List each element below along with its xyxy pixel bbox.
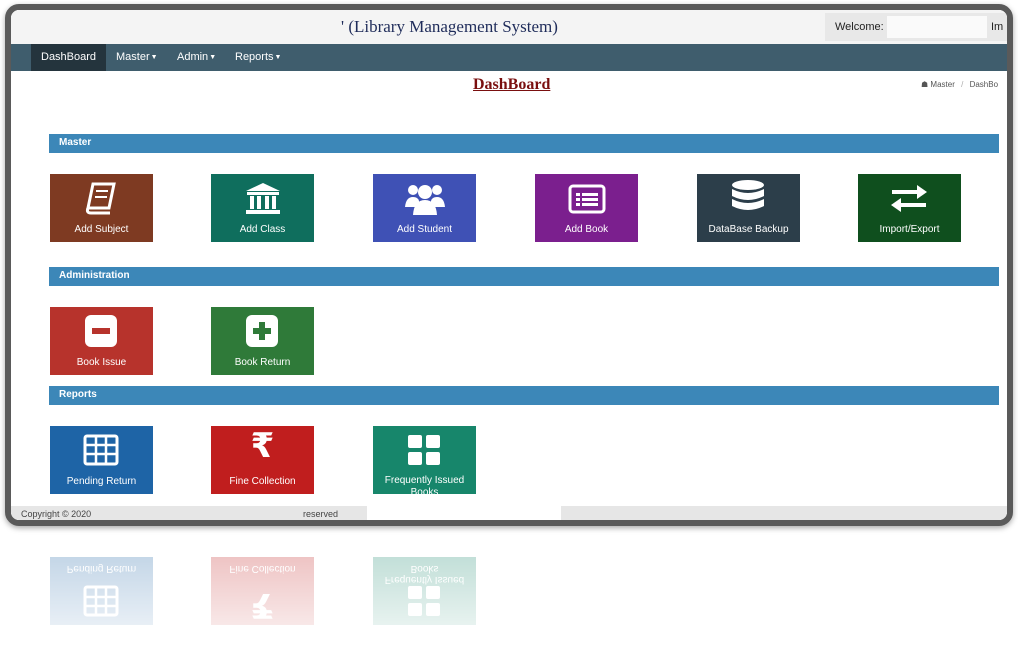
tile-label: Add Book [564,224,609,235]
tile-label: Fine Collection [229,476,296,487]
tile-label: Add Student [396,224,453,235]
nav-master[interactable]: Master▼ [106,44,168,71]
tile-label: Import/Export [879,224,940,235]
top-header: ' (Library Management System) Welcome: I… [11,10,1007,44]
tile-label: Add Subject [74,224,129,235]
welcome-extra-text: Im [991,21,1004,33]
tile-label: DataBase Backup [708,224,789,235]
tile-book-return[interactable]: Book Return [211,307,314,375]
nav-dashboard[interactable]: DashBoard [31,44,107,71]
tile-add-student[interactable]: Add Student [373,174,476,242]
plus-square-icon [246,315,278,347]
tile-label: Pending Return [66,476,137,487]
tile-label: Book Return [234,357,291,368]
nav-reports-label: Reports [235,51,274,63]
database-icon [732,180,764,210]
tile-database-backup[interactable]: DataBase Backup [697,174,800,242]
section-administration-header: Administration [49,267,999,286]
nav-admin[interactable]: Admin▼ [167,44,226,71]
page-title: DashBoard [473,76,551,93]
app-title: ' (Library Management System) [341,17,558,36]
app-screen: ' (Library Management System) Welcome: I… [11,10,1007,520]
welcome-label: Welcome: [835,21,884,33]
tile-fine-collection[interactable]: ₹ Fine Collection [211,426,314,494]
section-master-header: Master [49,134,999,153]
caret-down-icon: ▼ [274,54,282,61]
tile-label: Frequently Issued Books [384,475,465,498]
reflection-fade [11,529,1007,647]
grid-icon [408,435,440,465]
copyright-text: Copyright © 2020 [21,509,92,519]
welcome-box: Welcome: Im [825,13,1007,41]
welcome-user-name [887,16,987,38]
caret-down-icon: ▼ [209,54,217,61]
exchange-icon [891,185,927,212]
breadcrumb-separator: / [961,80,964,89]
nav-reports[interactable]: Reports▼ [225,44,291,71]
breadcrumb-master[interactable]: Master [930,80,954,89]
tile-pending-return[interactable]: Pending Return [50,426,153,494]
nav-master-label: Master [116,51,150,63]
users-icon [405,185,445,215]
tile-frequently-issued-books[interactable]: Frequently Issued Books [373,426,476,498]
minus-square-icon [85,315,117,347]
footer-blank-block [367,506,561,520]
table-icon [83,434,119,466]
book-icon [85,182,116,215]
screenshot-reflection: Pending Return ₹ Fine Collection Frequen… [11,529,1007,647]
home-icon: ☗ [921,80,929,89]
tile-add-class[interactable]: Add Class [211,174,314,242]
tile-book-issue[interactable]: Book Issue [50,307,153,375]
tile-add-book[interactable]: Add Book [535,174,638,242]
page-footer: Copyright © 2020 reserved [11,506,1007,520]
tile-label: Add Class [239,224,286,235]
tile-label: Book Issue [76,357,127,368]
rupee-icon: ₹ [250,426,275,466]
institution-icon [246,183,280,214]
tile-import-export[interactable]: Import/Export [858,174,961,242]
main-navbar: DashBoard Master▼ Admin▼ Reports▼ [11,44,1007,71]
list-card-icon [568,184,606,214]
caret-down-icon: ▼ [150,54,158,61]
breadcrumb-dashboard: DashBo [969,80,999,89]
nav-admin-label: Admin [177,51,209,63]
breadcrumb: ☗ Master / DashBo [921,80,998,89]
browser-frame: ' (Library Management System) Welcome: I… [5,4,1013,526]
section-reports-header: Reports [49,386,999,405]
tile-add-subject[interactable]: Add Subject [50,174,153,242]
nav-dashboard-label: DashBoard [41,51,97,63]
reserved-text: reserved [303,509,339,519]
